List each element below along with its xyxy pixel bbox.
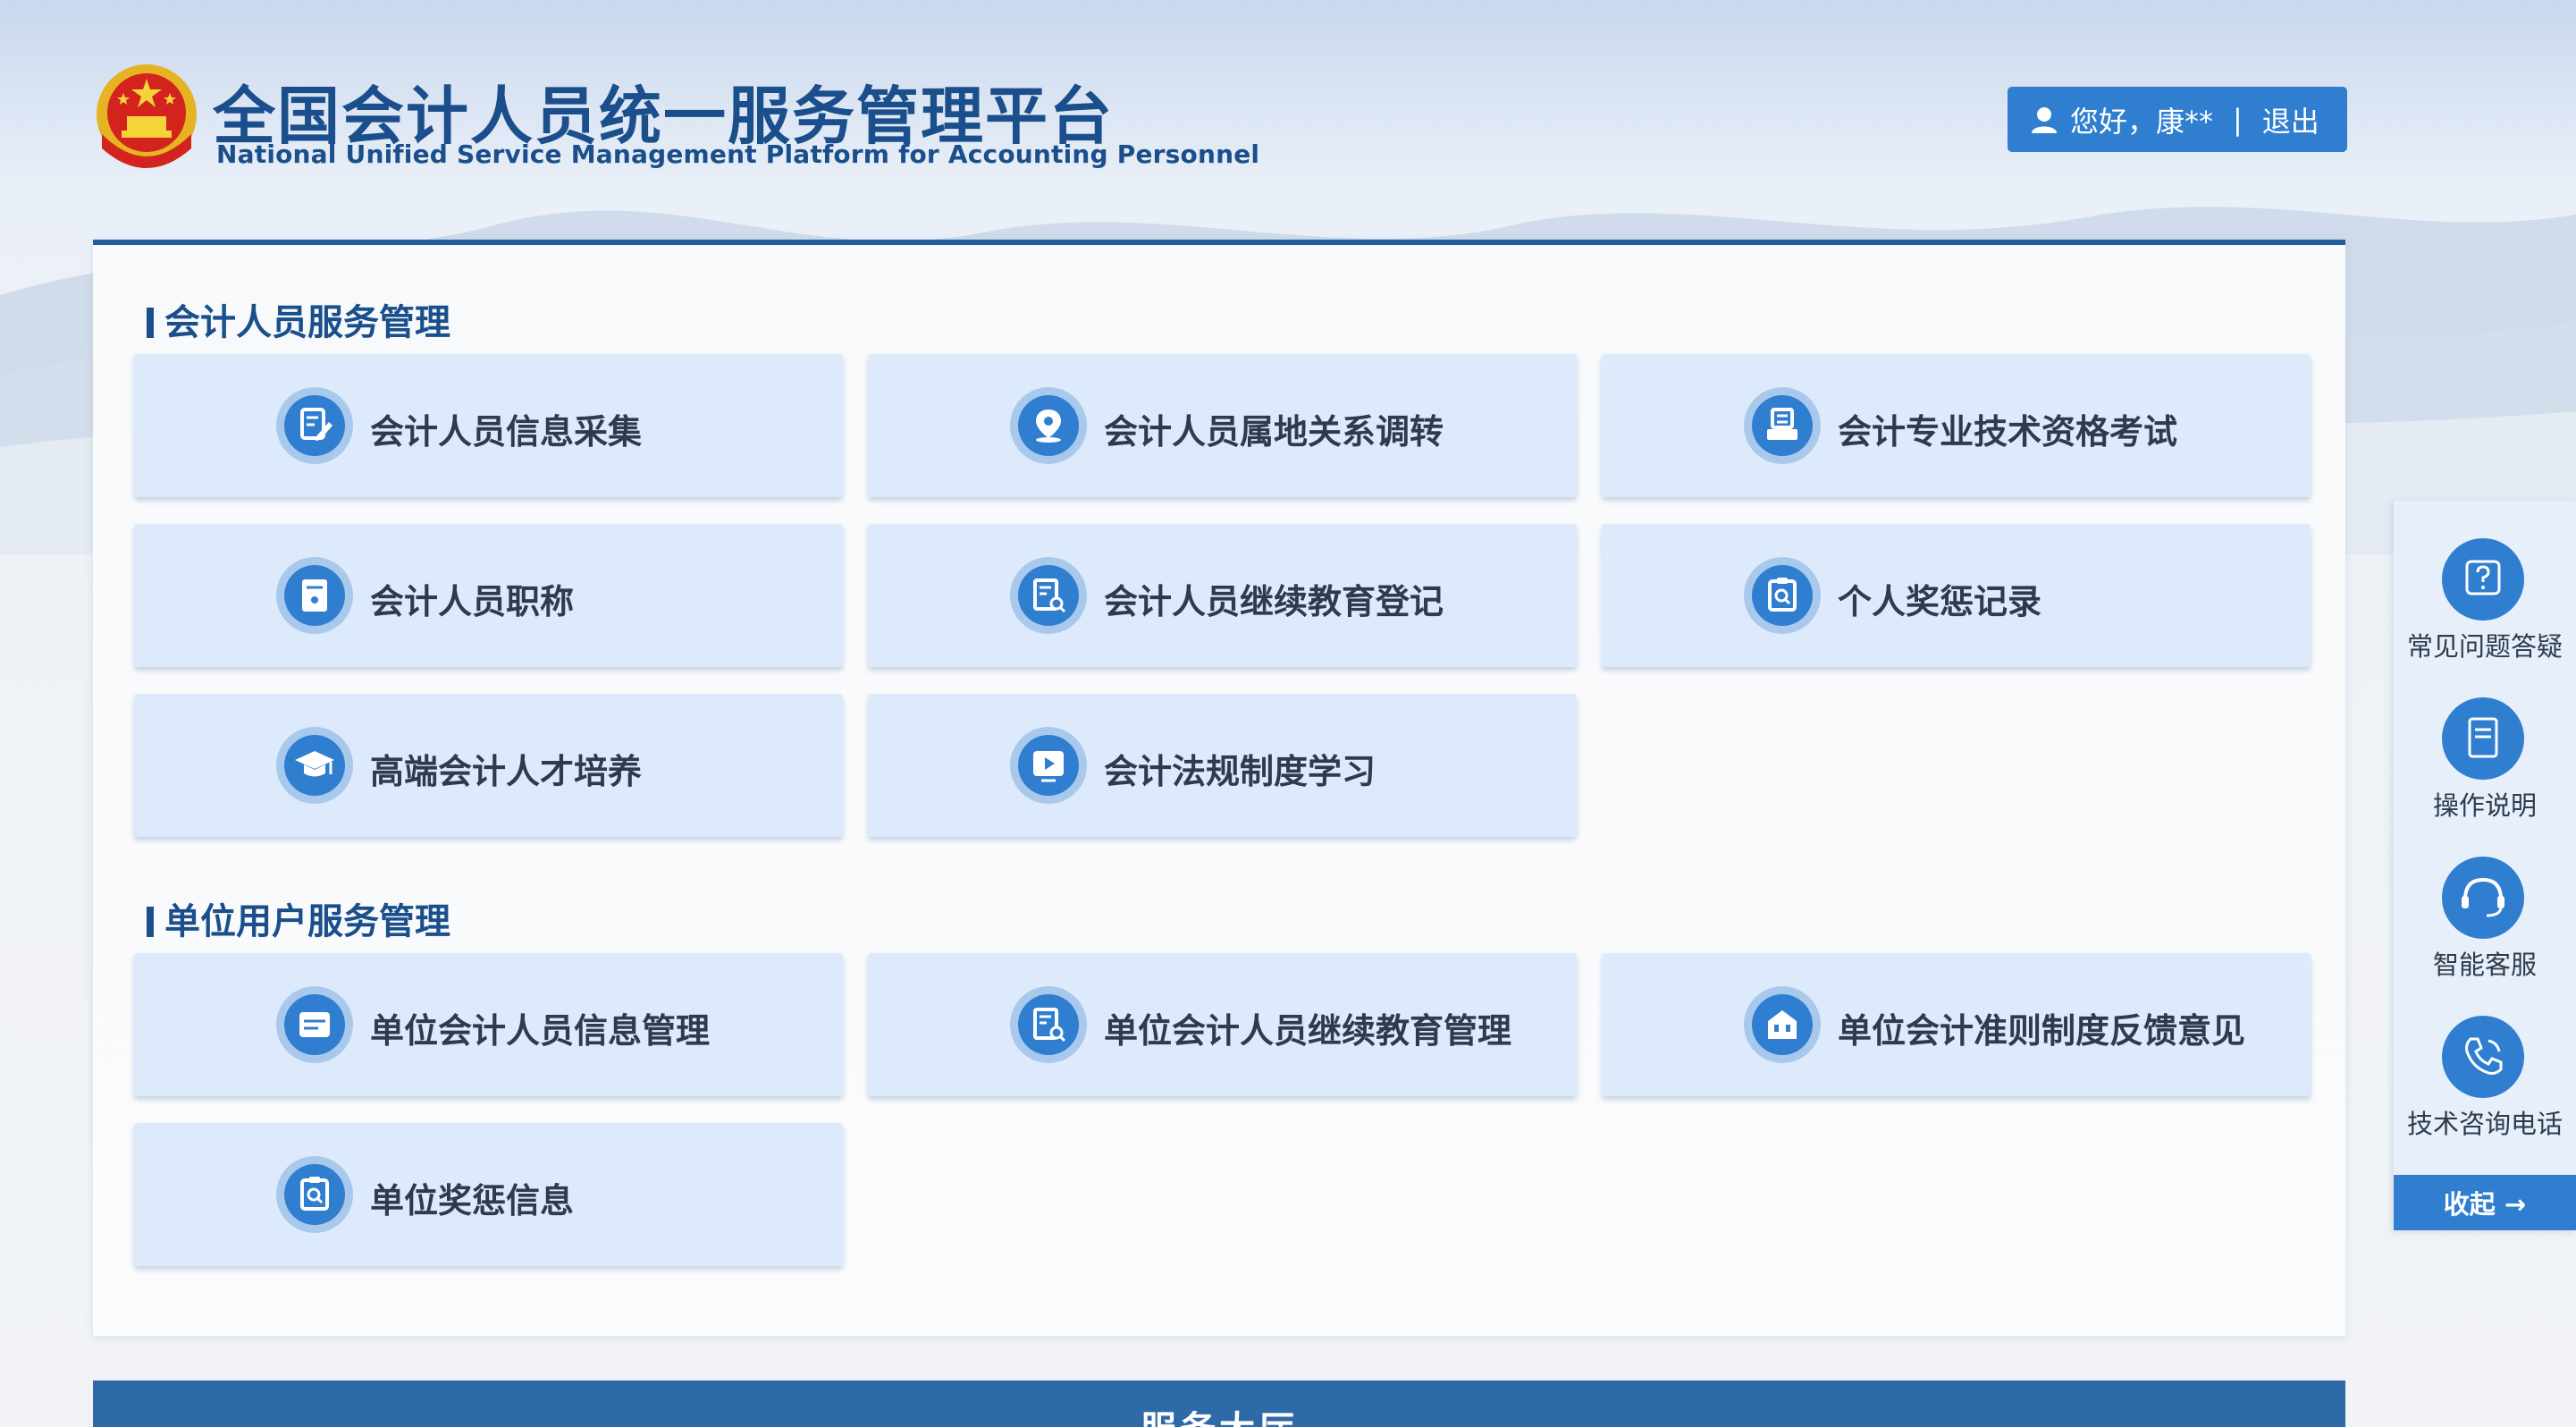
user-icon <box>2032 106 2057 133</box>
sidebar-item-faq[interactable]: 常见问题答疑 <box>2394 501 2576 662</box>
service-label: 个人奖惩记录 <box>1838 582 2042 621</box>
service-label: 会计人员继续教育登记 <box>1104 582 1444 621</box>
document-search-icon <box>1010 986 1087 1063</box>
platform-title-english: National Unified Service Management Plat… <box>216 139 1260 169</box>
service-label: 会计人员信息采集 <box>370 412 643 452</box>
user-menu: 您好，康** | 退出 <box>2008 87 2347 152</box>
service-card-unit-feedback[interactable]: 单位会计准则制度反馈意见 <box>1602 953 2311 1096</box>
section-title-text: 单位用户服务管理 <box>164 901 450 942</box>
service-card-professional-title[interactable]: 会计人员职称 <box>134 524 843 667</box>
service-card-relocation[interactable]: 会计人员属地关系调转 <box>868 354 1577 497</box>
sidebar-item-manual[interactable]: 操作说明 <box>2394 660 2576 821</box>
sidebar-label: 操作说明 <box>2432 790 2537 821</box>
user-separator: | <box>2233 102 2243 137</box>
clipboard-search-icon <box>1744 557 1821 634</box>
logout-link[interactable]: 退出 <box>2262 99 2319 140</box>
header: 全国会计人员统一服务管理平台 National Unified Service … <box>0 0 2576 232</box>
service-card-continuing-education[interactable]: 会计人员继续教育登记 <box>868 524 1577 667</box>
service-label: 单位会计人员继续教育管理 <box>1104 1011 1512 1051</box>
phone-icon <box>2442 1016 2524 1098</box>
services-panel: 会计人员服务管理 会计人员信息采集 会计人员属地关系调转 会计专业技术资格考试 <box>93 240 2345 1336</box>
section-title-unit: 单位用户服务管理 <box>147 892 450 944</box>
service-card-regulation-learning[interactable]: 会计法规制度学习 <box>868 694 1577 837</box>
section-title-personnel: 会计人员服务管理 <box>147 293 450 345</box>
graduation-cap-icon <box>276 727 353 804</box>
location-pin-icon <box>1010 387 1087 464</box>
service-hall-banner: 服务大厅 <box>93 1381 2345 1427</box>
service-label: 单位奖惩信息 <box>370 1181 575 1220</box>
service-label: 会计人员属地关系调转 <box>1104 412 1444 452</box>
service-label: 高端会计人才培养 <box>370 752 643 791</box>
service-card-info-collection[interactable]: 会计人员信息采集 <box>134 354 843 497</box>
edit-document-icon <box>276 387 353 464</box>
service-label: 单位会计人员信息管理 <box>370 1011 711 1051</box>
floating-sidebar: 常见问题答疑 操作说明 智能客服 技术咨询电话 收起 → <box>2394 501 2576 1230</box>
document-search-icon <box>1010 557 1087 634</box>
national-emblem-icon <box>97 64 197 168</box>
service-label: 会计人员职称 <box>370 582 575 621</box>
card-list-icon <box>276 986 353 1063</box>
section-title-text: 会计人员服务管理 <box>164 302 450 343</box>
sidebar-label: 智能客服 <box>2432 950 2537 980</box>
user-greeting: 您好，康** <box>2070 104 2214 139</box>
manual-icon <box>2442 697 2524 780</box>
certificate-icon <box>276 557 353 634</box>
service-hall-title: 服务大厅 <box>93 1400 2345 1427</box>
sidebar-item-smart-service[interactable]: 智能客服 <box>2394 819 2576 980</box>
sidebar-label: 常见问题答疑 <box>2406 631 2563 662</box>
service-card-unit-info-management[interactable]: 单位会计人员信息管理 <box>134 953 843 1096</box>
service-card-personal-rewards[interactable]: 个人奖惩记录 <box>1602 524 2311 667</box>
clipboard-search-icon <box>276 1156 353 1233</box>
service-label: 会计法规制度学习 <box>1104 752 1376 791</box>
sidebar-label: 技术咨询电话 <box>2406 1109 2563 1139</box>
video-play-icon <box>1010 727 1087 804</box>
service-label: 会计专业技术资格考试 <box>1838 412 2178 452</box>
service-label: 单位会计准则制度反馈意见 <box>1838 1011 2246 1051</box>
collapse-button[interactable]: 收起 → <box>2394 1175 2576 1230</box>
headset-icon <box>2442 857 2524 939</box>
service-card-unit-rewards[interactable]: 单位奖惩信息 <box>134 1123 843 1266</box>
service-card-talent-training[interactable]: 高端会计人才培养 <box>134 694 843 837</box>
question-icon <box>2442 538 2524 621</box>
section-marker <box>147 308 154 338</box>
sidebar-item-tech-hotline[interactable]: 技术咨询电话 <box>2394 978 2576 1139</box>
exam-printer-icon <box>1744 387 1821 464</box>
feedback-box-icon <box>1744 986 1821 1063</box>
service-card-qualification-exam[interactable]: 会计专业技术资格考试 <box>1602 354 2311 497</box>
section-marker <box>147 907 154 937</box>
service-card-unit-education-management[interactable]: 单位会计人员继续教育管理 <box>868 953 1577 1096</box>
